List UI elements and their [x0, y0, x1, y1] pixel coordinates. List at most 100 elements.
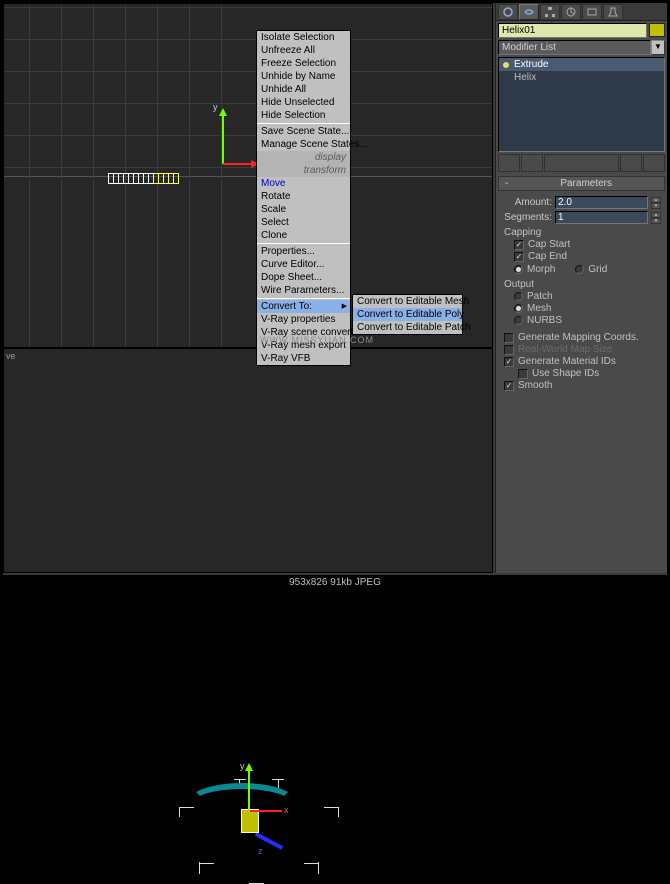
modifier-stack[interactable]: Extrude Helix: [498, 57, 665, 152]
tab-hierarchy[interactable]: [540, 4, 560, 20]
persp-axis-y-label: y: [240, 761, 245, 771]
menu-properties[interactable]: Properties...: [257, 245, 350, 258]
modifier-list-dropdown[interactable]: Modifier List: [498, 40, 651, 55]
menu-header-transform: transform: [257, 164, 350, 177]
stack-item-extrude[interactable]: Extrude: [499, 58, 664, 71]
menu-isolate[interactable]: Isolate Selection: [257, 31, 350, 44]
rollout-parameters-header[interactable]: -Parameters: [498, 176, 665, 191]
panel-main-tabs: [496, 3, 667, 21]
axis-y-label: y: [213, 102, 218, 112]
helix-object[interactable]: [109, 171, 204, 183]
capping-group-label: Capping: [504, 227, 661, 238]
menu-move[interactable]: Move: [257, 177, 350, 190]
mesh-radio[interactable]: [514, 304, 523, 313]
morph-radio[interactable]: [514, 265, 523, 274]
use-shape-checkbox[interactable]: [518, 369, 528, 379]
tab-display[interactable]: [582, 4, 602, 20]
menu-unhide-all[interactable]: Unhide All: [257, 83, 350, 96]
modifier-list-arrow-icon[interactable]: ▼: [651, 40, 665, 55]
smooth-checkbox[interactable]: [504, 381, 514, 391]
cap-start-checkbox[interactable]: [514, 240, 524, 250]
tab-utilities[interactable]: [603, 4, 623, 20]
object-name-field[interactable]: Helix01: [498, 23, 647, 38]
amount-spinner[interactable]: 2.0: [555, 196, 648, 209]
tab-motion[interactable]: [561, 4, 581, 20]
persp-axis-x-icon: [250, 810, 282, 812]
spinner-down-icon[interactable]: ▼: [651, 218, 661, 224]
stack-label: Extrude: [514, 59, 548, 70]
helix-geometry[interactable]: [241, 809, 259, 833]
gen-mapping-label: Generate Mapping Coords.: [518, 332, 639, 343]
submenu-editable-mesh[interactable]: Convert to Editable Mesh: [353, 295, 462, 308]
stack-label: Helix: [514, 72, 536, 83]
menu-unhide-by-name[interactable]: Unhide by Name: [257, 70, 350, 83]
persp-axis-z-label: z: [258, 846, 263, 856]
gen-material-checkbox[interactable]: [504, 357, 514, 367]
menu-unfreeze-all[interactable]: Unfreeze All: [257, 44, 350, 57]
gen-mapping-checkbox[interactable]: [504, 333, 514, 343]
cap-end-label: Cap End: [528, 251, 567, 262]
smooth-label: Smooth: [518, 380, 552, 391]
grid-label: Grid: [588, 264, 607, 275]
object-color-swatch[interactable]: [649, 23, 665, 37]
tab-modify[interactable]: [519, 4, 539, 20]
cap-start-label: Cap Start: [528, 239, 570, 250]
grid-radio[interactable]: [575, 265, 584, 274]
image-footer: 953x826 91kb JPEG: [3, 575, 667, 591]
menu-rotate[interactable]: Rotate: [257, 190, 350, 203]
remove-modifier-button[interactable]: [620, 154, 642, 172]
menu-hide-unselected[interactable]: Hide Unselected: [257, 96, 350, 109]
menu-header-display: display: [257, 151, 350, 164]
real-world-checkbox: [504, 345, 514, 355]
patch-label: Patch: [527, 291, 553, 302]
mesh-label: Mesh: [527, 303, 551, 314]
nurbs-label: NURBS: [527, 315, 562, 326]
axis-x-icon: [223, 163, 253, 165]
patch-radio[interactable]: [514, 292, 523, 301]
persp-axis-y-icon: [248, 769, 250, 811]
menu-manage-scene-states[interactable]: Manage Scene States...: [257, 138, 350, 151]
viewport-label: ve: [6, 351, 16, 361]
submenu-editable-poly[interactable]: Convert to Editable Poly: [353, 308, 462, 321]
menu-curve-editor[interactable]: Curve Editor...: [257, 258, 350, 271]
morph-label: Morph: [527, 264, 555, 275]
convert-submenu: Convert to Editable Mesh Convert to Edit…: [352, 294, 463, 335]
gen-material-label: Generate Material IDs: [518, 356, 616, 367]
configure-sets-button[interactable]: [643, 154, 665, 172]
output-group-label: Output: [504, 279, 661, 290]
menu-freeze-selection[interactable]: Freeze Selection: [257, 57, 350, 70]
menu-clone[interactable]: Clone: [257, 229, 350, 242]
cap-end-checkbox[interactable]: [514, 252, 524, 262]
segments-spinner[interactable]: 1: [555, 211, 648, 224]
menu-select[interactable]: Select: [257, 216, 350, 229]
spinner-down-icon[interactable]: ▼: [651, 203, 661, 209]
segments-label: Segments:: [502, 212, 552, 223]
use-shape-label: Use Shape IDs: [532, 368, 599, 379]
bulb-icon[interactable]: [502, 61, 510, 69]
show-end-result-button[interactable]: [521, 154, 543, 172]
pin-stack-button[interactable]: [498, 154, 520, 172]
make-unique-button[interactable]: [544, 154, 619, 172]
rollout-parameters-body: Amount: 2.0 ▲▼ Segments: 1 ▲▼ Capping Ca…: [498, 191, 665, 395]
tab-create[interactable]: [498, 4, 518, 20]
submenu-editable-patch[interactable]: Convert to Editable Patch: [353, 321, 462, 334]
menu-vray-properties[interactable]: V-Ray properties: [257, 313, 350, 326]
amount-label: Amount:: [502, 197, 552, 208]
menu-wire-parameters[interactable]: Wire Parameters...: [257, 284, 350, 297]
viewport-area: y ve y x z Isolate Selection Unfreeze Al…: [3, 3, 493, 573]
axis-y-icon: [222, 114, 224, 164]
menu-convert-to[interactable]: Convert To:: [257, 300, 350, 313]
real-world-label: Real-World Map Size: [518, 344, 612, 355]
nurbs-radio[interactable]: [514, 316, 523, 325]
menu-hide-selection[interactable]: Hide Selection: [257, 109, 350, 122]
watermark: WWW.MISSYUAN.COM: [260, 335, 374, 345]
command-panel: Helix01 Modifier List ▼ Extrude Helix -P…: [495, 3, 667, 573]
viewport-perspective[interactable]: ve y x z: [3, 348, 493, 573]
stack-item-helix[interactable]: Helix: [499, 71, 664, 84]
menu-vray-vfb[interactable]: V-Ray VFB: [257, 352, 350, 365]
persp-axis-x-label: x: [284, 805, 289, 815]
menu-scale[interactable]: Scale: [257, 203, 350, 216]
menu-save-scene-state[interactable]: Save Scene State...: [257, 125, 350, 138]
context-menu: Isolate Selection Unfreeze All Freeze Se…: [256, 30, 351, 366]
menu-dope-sheet[interactable]: Dope Sheet...: [257, 271, 350, 284]
